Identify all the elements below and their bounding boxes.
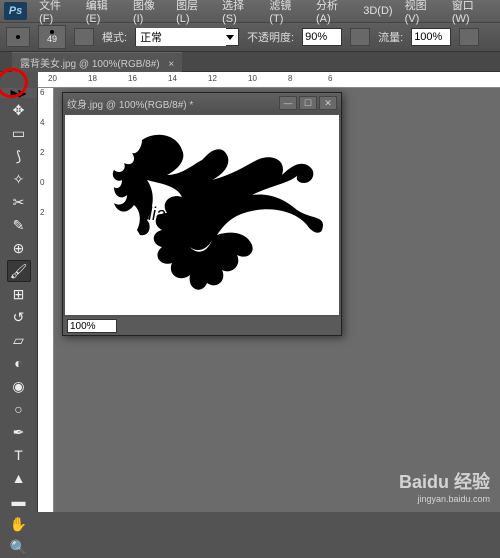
airbrush-toggle[interactable] bbox=[459, 28, 479, 46]
lasso-tool[interactable]: ⟆ bbox=[7, 145, 31, 167]
menu-bar: Ps 文件(F) 编辑(E) 图像(I) 图层(L) 选择(S) 滤镜(T) 分… bbox=[0, 0, 500, 22]
watermark-url: jingyan.baidu.com bbox=[399, 494, 490, 504]
floating-canvas[interactable]: diay bbox=[65, 115, 339, 315]
watermark: Baidu 经验 jingyan.baidu.com bbox=[399, 468, 490, 504]
brush-panel-toggle[interactable] bbox=[74, 28, 94, 46]
pen-tool[interactable]: ✒ bbox=[7, 421, 31, 443]
toolbox: ▸▸ ✥ ▭ ⟆ ✧ ✂ ✎ ⊕ 🖌 ⊞ ↺ ▱ ◐ ◉ ○ ✒ T ▲ ▬ ✋… bbox=[0, 88, 38, 512]
eyedropper-tool[interactable]: ✎ bbox=[7, 214, 31, 236]
wand-tool[interactable]: ✧ bbox=[7, 168, 31, 190]
document-tab-bar: 露背美女.jpg @ 100%(RGB/8#) × bbox=[0, 52, 500, 72]
floating-window-statusbar bbox=[63, 317, 341, 335]
chevron-down-icon bbox=[226, 35, 234, 40]
flow-label: 流量: bbox=[378, 29, 403, 45]
history-brush-tool[interactable]: ↺ bbox=[7, 306, 31, 328]
brush-size-picker[interactable]: 49 bbox=[38, 25, 66, 49]
blur-tool[interactable]: ◉ bbox=[7, 375, 31, 397]
tab-title: 露背美女.jpg @ 100%(RGB/8#) bbox=[20, 59, 160, 70]
stamp-tool[interactable]: ⊞ bbox=[7, 283, 31, 305]
marquee-tool[interactable]: ▭ bbox=[7, 122, 31, 144]
eraser-tool[interactable]: ▱ bbox=[7, 329, 31, 351]
hand-tool[interactable]: ✋ bbox=[7, 513, 31, 535]
minimize-button[interactable]: — bbox=[279, 96, 297, 110]
menu-select[interactable]: 选择(S) bbox=[216, 0, 263, 25]
window-controls: — ☐ ✕ bbox=[279, 96, 337, 110]
crop-tool[interactable]: ✂ bbox=[7, 191, 31, 213]
shape-tool[interactable]: ▬ bbox=[7, 490, 31, 512]
document-tab[interactable]: 露背美女.jpg @ 100%(RGB/8#) × bbox=[12, 52, 182, 72]
menu-filter[interactable]: 滤镜(T) bbox=[263, 0, 310, 25]
menu-analysis[interactable]: 分析(A) bbox=[310, 0, 357, 25]
brush-size-label: 49 bbox=[47, 34, 57, 44]
options-bar: 49 模式: 不透明度: 流量: bbox=[0, 22, 500, 52]
close-button[interactable]: ✕ bbox=[319, 96, 337, 110]
menu-view[interactable]: 视图(V) bbox=[399, 0, 446, 25]
opacity-label: 不透明度: bbox=[247, 29, 294, 45]
gradient-tool[interactable]: ◐ bbox=[7, 352, 31, 374]
main-area: ▸▸ ✥ ▭ ⟆ ✧ ✂ ✎ ⊕ 🖌 ⊞ ↺ ▱ ◐ ◉ ○ ✒ T ▲ ▬ ✋… bbox=[0, 88, 500, 512]
menu-window[interactable]: 窗口(W) bbox=[446, 0, 496, 25]
svg-text:diay: diay bbox=[142, 204, 176, 224]
flow-input[interactable] bbox=[411, 28, 451, 46]
floating-window-titlebar[interactable]: 纹身.jpg @ 100%(RGB/8#) * — ☐ ✕ bbox=[63, 93, 341, 113]
app-logo: Ps bbox=[4, 2, 27, 20]
mode-select[interactable] bbox=[136, 28, 226, 46]
menu-edit[interactable]: 编辑(E) bbox=[80, 0, 127, 25]
vertical-ruler: 6 4 2 0 2 bbox=[38, 88, 54, 512]
close-icon[interactable]: × bbox=[168, 59, 174, 70]
canvas-area[interactable]: 纹身.jpg @ 100%(RGB/8#) * — ☐ ✕ diay bbox=[54, 88, 500, 512]
menu-image[interactable]: 图像(I) bbox=[127, 0, 170, 25]
tattoo-image: diay bbox=[72, 125, 332, 305]
tool-preset-icon[interactable] bbox=[6, 27, 30, 47]
mode-label: 模式: bbox=[102, 29, 127, 45]
zoom-tool[interactable]: 🔍 bbox=[7, 536, 31, 558]
brush-tool[interactable]: 🖌 bbox=[7, 260, 31, 282]
menu-3d[interactable]: 3D(D) bbox=[357, 5, 398, 17]
heal-tool[interactable]: ⊕ bbox=[7, 237, 31, 259]
watermark-brand: Baidu 经验 bbox=[399, 468, 490, 494]
path-select-tool[interactable]: ▲ bbox=[7, 467, 31, 489]
zoom-input[interactable] bbox=[67, 319, 117, 333]
opacity-input[interactable] bbox=[302, 28, 342, 46]
menu-layer[interactable]: 图层(L) bbox=[170, 0, 216, 25]
floating-window-title: 纹身.jpg @ 100%(RGB/8#) * bbox=[67, 96, 193, 111]
dodge-tool[interactable]: ○ bbox=[7, 398, 31, 420]
maximize-button[interactable]: ☐ bbox=[299, 96, 317, 110]
type-tool[interactable]: T bbox=[7, 444, 31, 466]
menu-file[interactable]: 文件(F) bbox=[33, 0, 80, 25]
floating-document-window[interactable]: 纹身.jpg @ 100%(RGB/8#) * — ☐ ✕ diay bbox=[62, 92, 342, 336]
opacity-pressure-toggle[interactable] bbox=[350, 28, 370, 46]
horizontal-ruler: 20 18 16 14 12 10 8 6 bbox=[38, 72, 500, 88]
